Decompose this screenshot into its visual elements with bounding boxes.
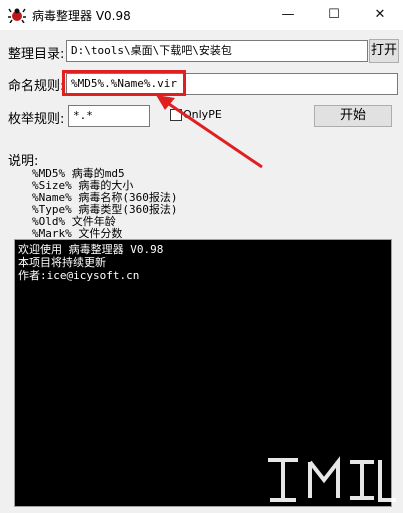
watermark-logo — [268, 456, 396, 502]
console-line: 作者:ice@icysoft.cn — [18, 269, 140, 282]
